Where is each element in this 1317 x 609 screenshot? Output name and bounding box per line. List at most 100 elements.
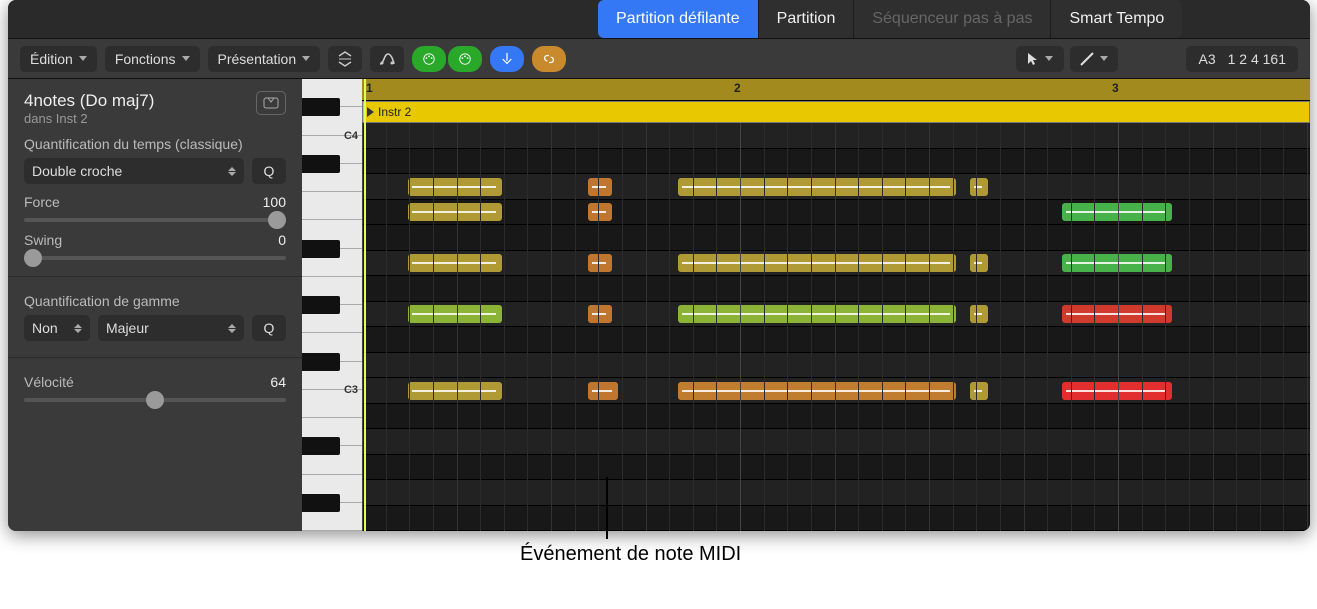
playhead[interactable] xyxy=(364,79,366,531)
stepper-icon xyxy=(74,324,82,333)
swing-slider[interactable] xyxy=(24,256,286,260)
midi-note[interactable] xyxy=(678,305,956,323)
pointer-tool[interactable] xyxy=(1016,46,1064,72)
midi-in-a-button[interactable] xyxy=(412,46,446,72)
play-triangle-icon xyxy=(367,107,374,117)
midi-note[interactable] xyxy=(408,203,502,221)
chevron-down-icon xyxy=(302,56,310,61)
tab-score[interactable]: Partition xyxy=(759,0,854,38)
midi-note[interactable] xyxy=(408,305,502,323)
midi-note[interactable] xyxy=(1062,203,1172,221)
bar-marker-3: 3 xyxy=(1112,81,1119,95)
midi-note[interactable] xyxy=(408,382,502,400)
view-menu-label: Présentation xyxy=(218,51,297,67)
catch-icon xyxy=(500,51,514,67)
chevron-down-icon xyxy=(79,56,87,61)
black-key[interactable] xyxy=(302,353,340,371)
editor-tabs: Partition défilante Partition Séquenceur… xyxy=(8,0,1310,38)
region-subtitle: dans Inst 2 xyxy=(24,111,154,126)
stepper-icon xyxy=(228,324,236,333)
leader-line xyxy=(606,477,608,539)
strength-label: Force xyxy=(24,194,60,210)
scale-enable-select[interactable]: Non xyxy=(24,315,90,341)
region-title: 4notes (Do maj7) xyxy=(24,91,154,111)
black-key[interactable] xyxy=(302,155,340,173)
midi-note[interactable] xyxy=(970,254,988,272)
scale-quantize-apply-button[interactable]: Q xyxy=(252,315,286,341)
automation-button[interactable] xyxy=(370,46,404,72)
functions-menu[interactable]: Fonctions xyxy=(105,46,200,72)
black-key[interactable] xyxy=(302,437,340,455)
quantize-select[interactable]: Double croche xyxy=(24,158,244,184)
midi-note[interactable] xyxy=(408,254,502,272)
black-key[interactable] xyxy=(302,240,340,258)
slider-thumb[interactable] xyxy=(268,211,286,229)
pointer-icon xyxy=(1027,52,1039,66)
slider-thumb[interactable] xyxy=(24,249,42,267)
black-key[interactable] xyxy=(302,494,340,512)
slider-thumb[interactable] xyxy=(146,391,164,409)
link-button[interactable] xyxy=(532,46,566,72)
piano-keyboard[interactable]: C4C3 xyxy=(302,79,362,531)
catch-playhead-button[interactable] xyxy=(490,46,524,72)
edit-menu-label: Édition xyxy=(30,51,73,67)
key-label-c3: C3 xyxy=(344,384,358,529)
midi-note[interactable] xyxy=(970,382,988,400)
velocity-slider[interactable] xyxy=(24,398,286,402)
edit-menu[interactable]: Édition xyxy=(20,46,97,72)
chevron-down-icon xyxy=(1100,56,1108,61)
palette-icon xyxy=(422,51,436,67)
info-display: A3 1 2 4 161 xyxy=(1186,46,1298,72)
pencil-icon xyxy=(1080,52,1094,66)
timeline-ruler[interactable]: 1 2 3 xyxy=(362,79,1310,101)
tab-piano-roll[interactable]: Partition défilante xyxy=(598,0,758,38)
black-key[interactable] xyxy=(302,98,340,116)
info-pitch: A3 xyxy=(1198,51,1215,67)
annotation: Événement de note MIDI xyxy=(8,535,1310,595)
automation-curve-icon xyxy=(379,51,395,67)
tab-step-sequencer: Séquenceur pas à pas xyxy=(854,0,1050,38)
midi-note[interactable] xyxy=(1062,382,1172,400)
midi-in-b-button[interactable] xyxy=(448,46,482,72)
scale-type-value: Majeur xyxy=(106,320,149,336)
midi-note[interactable] xyxy=(588,305,612,323)
midi-note[interactable] xyxy=(588,203,612,221)
midi-note[interactable] xyxy=(970,305,988,323)
midi-note[interactable] xyxy=(588,254,612,272)
scale-quantize-label: Quantification de gamme xyxy=(24,293,286,309)
swing-label: Swing xyxy=(24,232,62,248)
midi-note[interactable] xyxy=(408,178,502,196)
note-grid[interactable]: 1 2 3 Instr 2 xyxy=(362,79,1310,531)
midi-note[interactable] xyxy=(588,382,618,400)
collapse-icon xyxy=(337,51,353,67)
piano-roll-editor: Partition défilante Partition Séquenceur… xyxy=(8,0,1310,531)
midi-note[interactable] xyxy=(970,178,988,196)
midi-note[interactable] xyxy=(678,382,956,400)
midi-note[interactable] xyxy=(678,254,956,272)
palette-icon xyxy=(458,51,472,67)
midi-note[interactable] xyxy=(678,178,956,196)
swing-value: 0 xyxy=(278,232,286,248)
inspector-panel: 4notes (Do maj7) dans Inst 2 Quantificat… xyxy=(8,79,302,531)
bar-marker-2: 2 xyxy=(734,81,741,95)
midi-note[interactable] xyxy=(588,178,612,196)
chevron-down-icon xyxy=(182,56,190,61)
midi-note[interactable] xyxy=(1062,305,1172,323)
black-key[interactable] xyxy=(302,296,340,314)
quantize-apply-button[interactable]: Q xyxy=(252,158,286,184)
collapse-button[interactable] xyxy=(328,46,362,72)
tab-smart-tempo[interactable]: Smart Tempo xyxy=(1051,0,1182,38)
region-track-name: Instr 2 xyxy=(378,105,411,119)
functions-menu-label: Fonctions xyxy=(115,51,176,67)
scale-type-select[interactable]: Majeur xyxy=(98,315,244,341)
quantize-value: Double croche xyxy=(32,163,122,179)
view-menu[interactable]: Présentation xyxy=(208,46,321,72)
midi-note[interactable] xyxy=(1062,254,1172,272)
region-header-bar[interactable]: Instr 2 xyxy=(362,101,1310,123)
region-inbox-button[interactable] xyxy=(256,91,286,115)
main-area: 4notes (Do maj7) dans Inst 2 Quantificat… xyxy=(8,79,1310,531)
chevron-down-icon xyxy=(1045,56,1053,61)
pencil-tool[interactable] xyxy=(1070,46,1118,72)
strength-slider[interactable] xyxy=(24,218,286,222)
inbox-icon xyxy=(263,97,279,109)
